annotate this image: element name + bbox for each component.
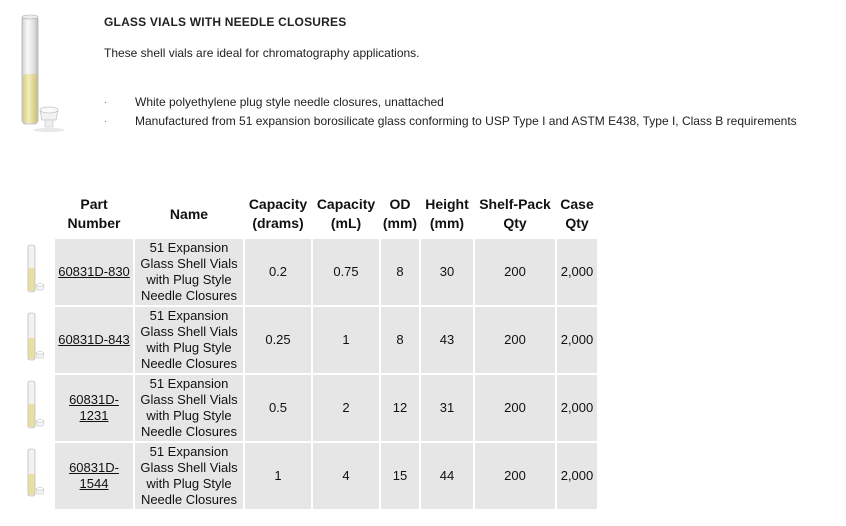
name-cell: 51 Expansion Glass Shell Vials with Plug… — [135, 443, 243, 509]
header-height: Height (mm) — [425, 196, 469, 231]
header-capacity-ml: Capacity (mL) — [316, 196, 376, 231]
od-cell: 8 — [381, 239, 419, 305]
height-cell: 44 — [421, 443, 473, 509]
od-cell: 12 — [381, 375, 419, 441]
od-cell: 15 — [381, 443, 419, 509]
height-cell: 31 — [421, 375, 473, 441]
feature-item: · Manufactured from 51 expansion borosil… — [104, 114, 797, 133]
part-number-cell[interactable]: 60831D-1544 — [55, 443, 133, 509]
case-qty-cell: 2,000 — [557, 307, 597, 373]
capacity-drams-cell: 0.25 — [245, 307, 311, 373]
part-number-link[interactable]: 60831D-1544 — [69, 460, 119, 491]
row-thumbnail — [19, 307, 53, 373]
header-image-spacer — [19, 191, 53, 237]
header-capacity-drams: Capacity (drams) — [248, 196, 308, 231]
table-row: 60831D-843 51 Expansion Glass Shell Vial… — [19, 307, 597, 373]
part-number-link[interactable]: 60831D-830 — [58, 264, 130, 279]
od-cell: 8 — [381, 307, 419, 373]
feature-list: · White polyethylene plug style needle c… — [104, 95, 797, 133]
name-cell: 51 Expansion Glass Shell Vials with Plug… — [135, 307, 243, 373]
case-qty-cell: 2,000 — [557, 239, 597, 305]
bullet-symbol: · — [104, 97, 108, 108]
shelf-pack-cell: 200 — [475, 307, 555, 373]
part-number-link[interactable]: 60831D-843 — [58, 332, 130, 347]
capacity-ml-cell: 0.75 — [313, 239, 379, 305]
case-qty-cell: 2,000 — [557, 375, 597, 441]
table-row: 60831D-830 51 Expansion Glass Shell Vial… — [19, 239, 597, 305]
feature-text: Manufactured from 51 expansion borosilic… — [135, 114, 797, 128]
vial-thumbnail-icon — [27, 380, 45, 429]
part-number-cell[interactable]: 60831D-830 — [55, 239, 133, 305]
table-row: 60831D-1231 51 Expansion Glass Shell Via… — [19, 375, 597, 441]
capacity-drams-cell: 0.2 — [245, 239, 311, 305]
row-thumbnail — [19, 443, 53, 509]
row-thumbnail — [19, 375, 53, 441]
part-number-link[interactable]: 60831D-1231 — [69, 392, 119, 423]
part-number-cell[interactable]: 60831D-1231 — [55, 375, 133, 441]
vial-thumbnail-icon — [27, 448, 45, 497]
shelf-pack-cell: 200 — [475, 239, 555, 305]
table-header-row: Part Number Name Capacity (drams) Capaci… — [19, 191, 597, 237]
vial-thumbnail-icon — [27, 244, 45, 293]
table-row: 60831D-1544 51 Expansion Glass Shell Via… — [19, 443, 597, 509]
page-title: GLASS VIALS WITH NEEDLE CLOSURES — [104, 15, 347, 29]
capacity-drams-cell: 0.5 — [245, 375, 311, 441]
shelf-pack-cell: 200 — [475, 375, 555, 441]
vial-thumbnail-icon — [27, 312, 45, 361]
header-part-number: Part Number — [67, 196, 121, 231]
bullet-symbol: · — [104, 116, 108, 127]
vial-product-image — [21, 14, 65, 132]
header-od: OD (mm) — [382, 196, 418, 231]
feature-item: · White polyethylene plug style needle c… — [104, 95, 797, 114]
height-cell: 30 — [421, 239, 473, 305]
capacity-ml-cell: 4 — [313, 443, 379, 509]
header-shelf-pack-qty: Shelf-Pack Qty — [479, 196, 551, 231]
part-number-cell[interactable]: 60831D-843 — [55, 307, 133, 373]
capacity-ml-cell: 1 — [313, 307, 379, 373]
header-case-qty: Case Qty — [560, 196, 594, 231]
capacity-drams-cell: 1 — [245, 443, 311, 509]
name-cell: 51 Expansion Glass Shell Vials with Plug… — [135, 239, 243, 305]
case-qty-cell: 2,000 — [557, 443, 597, 509]
shelf-pack-cell: 200 — [475, 443, 555, 509]
height-cell: 43 — [421, 307, 473, 373]
capacity-ml-cell: 2 — [313, 375, 379, 441]
header-name: Name — [169, 205, 209, 222]
feature-text: White polyethylene plug style needle clo… — [135, 95, 444, 109]
name-cell: 51 Expansion Glass Shell Vials with Plug… — [135, 375, 243, 441]
product-table: Part Number Name Capacity (drams) Capaci… — [17, 189, 599, 511]
row-thumbnail — [19, 239, 53, 305]
intro-text: These shell vials are ideal for chromato… — [104, 46, 420, 60]
